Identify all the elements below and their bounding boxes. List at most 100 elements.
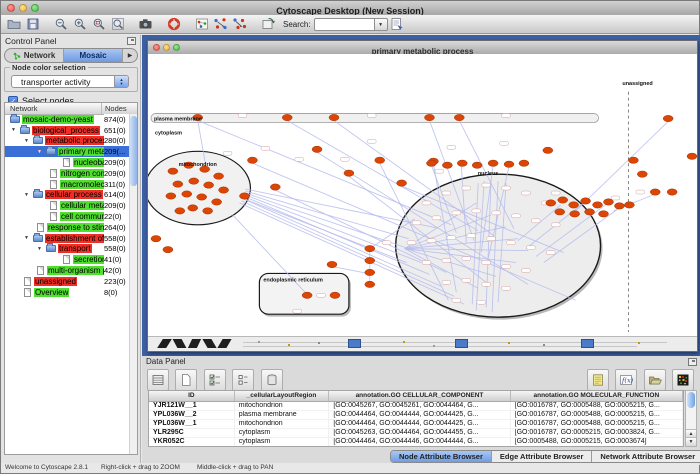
- network-workspace: primary metabolic process plasma membran…: [142, 35, 700, 356]
- minimize-button[interactable]: [19, 4, 27, 12]
- network-canvas[interactable]: plasma membranecytoplasmmitochondrionnuc…: [148, 54, 697, 337]
- network-node: [204, 182, 214, 188]
- table-row[interactable]: YKR052Ccytoplasm[GO:0044464, GO:0044446,…: [149, 438, 683, 447]
- tree-row[interactable]: nucleobase-209(0): [5, 157, 130, 168]
- search-dropdown-icon[interactable]: ▼: [375, 18, 388, 31]
- zoom-window-button[interactable]: [31, 4, 39, 12]
- tree-row[interactable]: ▼primary metabo209(...: [5, 146, 130, 157]
- apply-layout-icon[interactable]: [211, 16, 230, 33]
- tree-row[interactable]: ▼cellular process614(0): [5, 190, 130, 201]
- help-icon[interactable]: [164, 16, 183, 33]
- tree-row[interactable]: response to stimulu264(0): [5, 222, 130, 233]
- expand-triangle-icon[interactable]: ▼: [11, 127, 20, 133]
- table-row[interactable]: YPL036W__2plasma membrane[GO:0044464, GO…: [149, 411, 683, 420]
- network-file-icon: [24, 277, 31, 286]
- edge: [576, 122, 668, 211]
- zoom-out-icon[interactable]: [51, 16, 70, 33]
- float-panel-icon[interactable]: [127, 37, 136, 45]
- tree-row-count: 651(0): [104, 125, 130, 136]
- tree-row[interactable]: cell communicat22(0): [5, 211, 130, 222]
- tab-network-attribute-browser[interactable]: Network Attribute Browser: [592, 451, 700, 462]
- close-button[interactable]: [7, 4, 15, 12]
- status-pan-hint: Middle-click + drag to PAN: [197, 464, 273, 471]
- formula-builder-icon[interactable]: f(x): [615, 369, 637, 391]
- control-panel-title: Control Panel: [5, 36, 57, 46]
- tree-row[interactable]: multi-organism pro42(0): [5, 265, 130, 276]
- search-input[interactable]: [314, 18, 375, 31]
- float-data-panel-icon[interactable]: [688, 358, 697, 366]
- new-attribute-icon[interactable]: [175, 369, 197, 391]
- table-column-header[interactable]: annotation.GO MOLECULAR_FUNCTION: [511, 391, 683, 401]
- table-row[interactable]: YJR121W__1mitochondrion[GO:0045267, GO:0…: [149, 402, 683, 411]
- import-network-icon[interactable]: [258, 16, 277, 33]
- view-close-button[interactable]: [153, 44, 160, 51]
- attribute-table[interactable]: ID_cellularLayoutRegionannotation.GO CEL…: [148, 390, 684, 447]
- network-node: [581, 198, 591, 204]
- tree-row[interactable]: Overview8(0): [5, 287, 130, 298]
- apply-vizmap-icon[interactable]: [230, 16, 249, 33]
- tree-col-nodes[interactable]: Nodes: [105, 104, 127, 113]
- view-zoom-button[interactable]: [173, 44, 180, 51]
- node-label-chip: [442, 259, 451, 263]
- node-color-select[interactable]: transporter activity ▲▼: [11, 75, 129, 88]
- zoom-fit-icon[interactable]: [108, 16, 127, 33]
- tree-row-label: transport: [58, 244, 92, 253]
- expand-triangle-icon[interactable]: ▼: [24, 235, 33, 241]
- table-scrollbar[interactable]: ▲ ▼: [685, 390, 697, 447]
- open-session-icon[interactable]: [4, 16, 23, 33]
- tab-network[interactable]: Network: [5, 49, 64, 62]
- matrix-icon[interactable]: [672, 369, 694, 391]
- network-view-icon[interactable]: [192, 16, 211, 33]
- table-column-header[interactable]: _cellularLayoutRegion: [235, 391, 330, 401]
- network-node: [558, 197, 568, 203]
- network-file-icon: [63, 158, 70, 167]
- tab-node-attribute-browser[interactable]: Node Attribute Browser: [391, 451, 492, 462]
- tree-row[interactable]: secretion41(0): [5, 254, 130, 265]
- tab-mosaic[interactable]: Mosaic: [64, 49, 123, 62]
- select-attributes-icon[interactable]: [204, 369, 226, 391]
- browser-tabs: Node Attribute Browser Edge Attribute Br…: [390, 450, 700, 463]
- delete-attribute-icon[interactable]: [261, 369, 283, 391]
- scroll-down-icon[interactable]: ▼: [686, 437, 696, 446]
- expand-triangle-icon[interactable]: ▼: [24, 192, 33, 198]
- tree-row[interactable]: macromolecule311(0): [5, 179, 130, 190]
- tree-row[interactable]: ▼metabolic process280(0): [5, 136, 130, 147]
- network-node: [175, 208, 185, 214]
- table-row[interactable]: YLR295Ccytoplasm[GO:0045263, GO:0044464,…: [149, 429, 683, 438]
- attribute-table-icon[interactable]: [147, 369, 169, 391]
- network-view-titlebar[interactable]: primary metabolic process: [148, 41, 697, 55]
- snapshot-icon[interactable]: [136, 16, 155, 33]
- tree-scrollbar[interactable]: [129, 114, 137, 454]
- zoom-in-icon[interactable]: [70, 16, 89, 33]
- view-minimize-button[interactable]: [163, 44, 170, 51]
- tree-row-count: 209(0): [104, 157, 130, 168]
- enhanced-search-icon[interactable]: [388, 16, 407, 33]
- tree-row[interactable]: ▼establishment of lo558(0): [5, 233, 130, 244]
- tree-row[interactable]: mosaic-demo-yeast874(0): [5, 114, 130, 125]
- save-session-icon[interactable]: [23, 16, 42, 33]
- tab-edge-attribute-browser[interactable]: Edge Attribute Browser: [492, 451, 592, 462]
- data-panel: Data Panel f(x) ID_cellularLayoutRegiona…: [142, 356, 700, 465]
- tree-row-count: 264(0): [104, 222, 130, 233]
- tab-scroll-right-icon[interactable]: ▶: [123, 49, 137, 62]
- expand-triangle-icon[interactable]: ▼: [37, 149, 46, 155]
- notepad-icon[interactable]: [587, 369, 609, 391]
- tree-row[interactable]: ▼transport558(0): [5, 244, 130, 255]
- search-box: ▼: [314, 18, 388, 31]
- table-cell: YKR052C: [149, 438, 235, 446]
- zoom-selected-icon[interactable]: [89, 16, 108, 33]
- attribute-mode-icon[interactable]: [232, 369, 254, 391]
- tree-row[interactable]: unassigned223(0): [5, 276, 130, 287]
- expand-triangle-icon[interactable]: ▼: [37, 246, 46, 252]
- tree-col-network[interactable]: Network: [10, 104, 38, 113]
- table-row[interactable]: YPL036W__1mitochondrion[GO:0044464, GO:0…: [149, 420, 683, 429]
- open-attributes-icon[interactable]: [644, 369, 666, 391]
- table-column-header[interactable]: ID: [149, 391, 235, 401]
- tree-row[interactable]: nitrogen compo209(0): [5, 168, 130, 179]
- expand-triangle-icon[interactable]: ▼: [24, 138, 33, 144]
- tree-row-count: 874(0): [104, 114, 130, 125]
- tree-row[interactable]: ▼biological_process651(0): [5, 125, 130, 136]
- table-column-header[interactable]: annotation.GO CELLULAR_COMPONENT: [329, 391, 510, 401]
- tree-row[interactable]: cellular metabo209(0): [5, 200, 130, 211]
- node-label-chip: [427, 239, 436, 243]
